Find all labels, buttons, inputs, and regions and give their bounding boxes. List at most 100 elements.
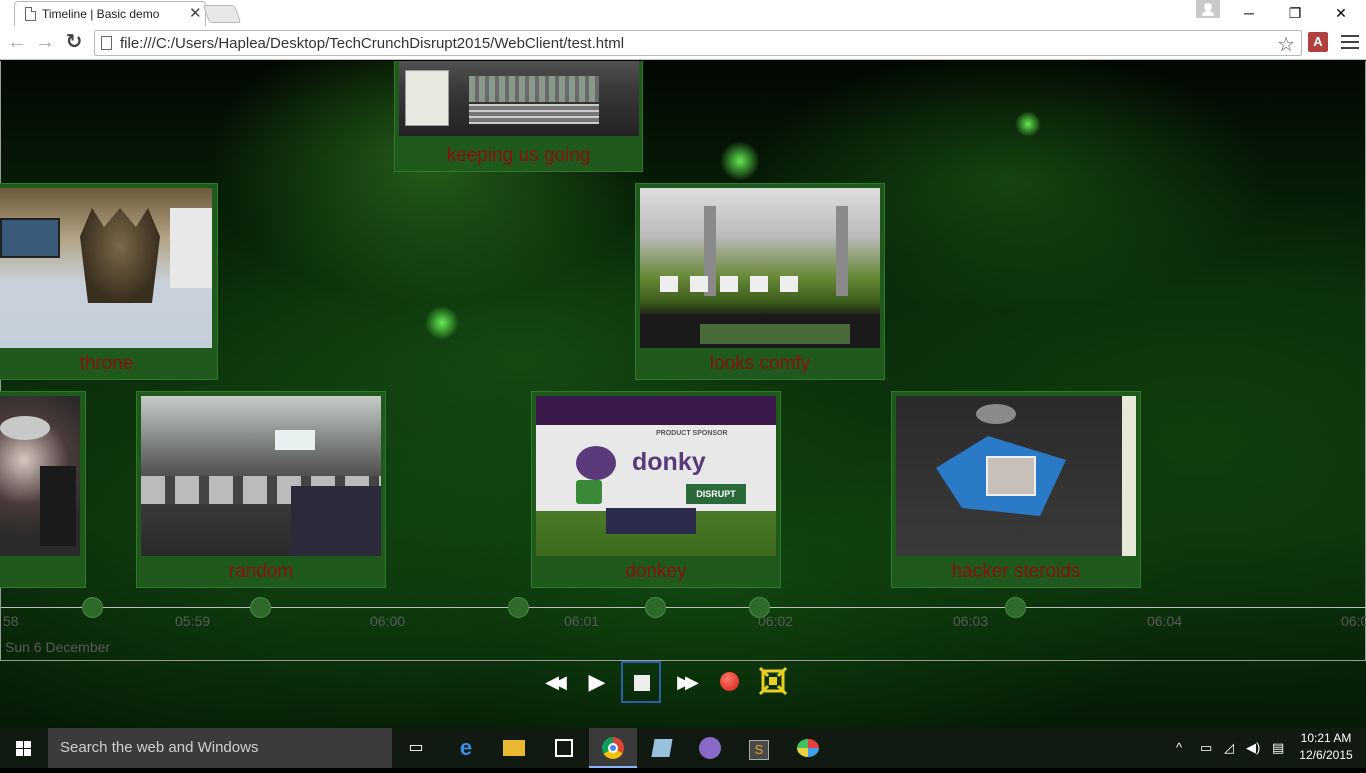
card-photo <box>141 396 381 556</box>
back-button[interactable]: ← <box>6 31 28 53</box>
photo-people <box>291 486 381 556</box>
notifications-icon[interactable]: ▤ <box>1272 728 1284 768</box>
taskbar-clock[interactable]: 10:21 AM 12/6/2015 <box>1296 730 1356 764</box>
photo-table <box>0 416 50 440</box>
card-label: hacker steroids <box>951 561 1081 582</box>
photo-throne <box>80 208 160 303</box>
playback-controls: ◀◀ ▶ ▶▶ <box>0 661 1366 703</box>
battery-icon[interactable]: ▭ <box>1200 728 1212 768</box>
fit-view-button[interactable] <box>756 666 790 697</box>
record-icon <box>720 672 739 691</box>
card-label: donkey <box>625 561 687 582</box>
photo-donky-logo-icon <box>576 446 616 480</box>
photo-disrupt-banner: DISRUPT <box>686 484 746 504</box>
photo-banner <box>170 208 212 288</box>
file-explorer-icon[interactable] <box>490 728 538 768</box>
card-photo <box>896 396 1136 556</box>
photo-rack <box>469 104 599 124</box>
tray-overflow-icon[interactable]: ^ <box>1176 728 1182 768</box>
page-favicon-icon <box>25 7 36 21</box>
close-window-button[interactable]: ✕ <box>1318 0 1364 26</box>
timeline-event-dot[interactable] <box>82 597 103 618</box>
github-icon[interactable] <box>686 728 734 768</box>
network-icon[interactable]: ◿ <box>1224 728 1234 768</box>
minimize-button[interactable]: ─ <box>1226 0 1272 26</box>
photo-trashcan <box>405 70 449 126</box>
stop-icon <box>634 675 650 691</box>
browser-menu-icon[interactable] <box>1341 35 1359 49</box>
rewind-button[interactable]: ◀◀ <box>536 667 570 697</box>
axis-tick-label: 06:00 <box>370 613 406 629</box>
timeline-axis <box>1 607 1366 608</box>
card-label: keeping us going <box>446 145 591 166</box>
pdf-extension-icon[interactable]: A <box>1308 32 1328 52</box>
card-photo <box>399 61 639 136</box>
task-view-icon[interactable]: ▭ <box>392 728 440 768</box>
card-photo <box>0 396 80 556</box>
clock-date: 12/6/2015 <box>1299 748 1353 762</box>
bookmark-star-icon[interactable]: ☆ <box>1277 32 1295 57</box>
fast-forward-button[interactable]: ▶▶ <box>668 667 702 697</box>
notes-app-icon[interactable] <box>638 728 686 768</box>
play-button[interactable]: ▶ <box>580 667 614 697</box>
volume-icon[interactable]: ◀) <box>1246 728 1260 768</box>
chrome-icon[interactable] <box>589 728 637 768</box>
photo-screen <box>0 218 60 258</box>
url-text[interactable]: file:///C:/Users/Haplea/Desktop/TechCrun… <box>120 35 624 52</box>
timeline-item-card[interactable]: throne <box>0 183 218 380</box>
photo-donky-text: donky <box>632 448 706 476</box>
axis-tick-label: 06:0 <box>1341 613 1366 629</box>
tab-close-icon[interactable]: ✕ <box>189 4 202 22</box>
card-label: throne <box>79 353 134 374</box>
timeline-item-card[interactable]: looks comfy <box>635 183 885 380</box>
restore-button[interactable]: ❐ <box>1272 0 1318 26</box>
forward-button[interactable]: → <box>34 31 56 53</box>
photo-light-tower <box>836 206 848 296</box>
browser-toolbar: ← → ↻ file:///C:/Users/Haplea/Desktop/Te… <box>0 26 1366 60</box>
fit-icon <box>758 666 788 696</box>
paint-icon[interactable] <box>784 728 832 768</box>
edge-browser-icon[interactable]: e <box>442 728 490 768</box>
start-button[interactable] <box>0 728 48 768</box>
windows-taskbar: Search the web and Windows ▭ e S ^ ▭ ◿ ◀… <box>0 728 1366 768</box>
sublime-text-icon[interactable]: S <box>735 728 783 768</box>
photo-wall <box>1122 396 1136 556</box>
card-photo <box>0 188 212 348</box>
timeline-panel: keeping us going throne looks comfy rand… <box>0 61 1366 661</box>
user-profile-icon[interactable] <box>1196 0 1220 18</box>
tab-title: Timeline | Basic demo <box>42 7 160 21</box>
page-icon <box>101 36 112 50</box>
axis-tick-label: 05:59 <box>175 613 211 629</box>
record-button[interactable] <box>712 667 746 697</box>
photo-chairs <box>660 276 810 292</box>
new-tab-button[interactable] <box>202 5 242 23</box>
timeline-event-dot[interactable] <box>1005 597 1026 618</box>
address-bar[interactable]: file:///C:/Users/Haplea/Desktop/TechCrun… <box>94 30 1302 56</box>
photo-mug <box>576 480 602 504</box>
timeline-event-dot[interactable] <box>250 597 271 618</box>
card-photo: PRODUCT SPONSOR donky DISRUPT <box>536 396 776 556</box>
photo-card-box <box>606 508 696 534</box>
photo-sponsor-text: PRODUCT SPONSOR <box>656 430 728 437</box>
axis-tick-label: 06:01 <box>564 613 600 629</box>
timeline-item-card[interactable]: keeping us going <box>394 61 643 172</box>
axis-date-label: Sun 6 December <box>5 639 111 655</box>
timeline-item-card[interactable]: hacker steroids <box>891 391 1141 588</box>
taskbar-search-box[interactable]: Search the web and Windows <box>48 728 392 768</box>
axis-tick-label: 58 <box>3 613 19 629</box>
photo-snack <box>986 456 1036 496</box>
store-icon[interactable] <box>540 728 588 768</box>
timeline-item-card[interactable] <box>0 391 86 588</box>
browser-tab[interactable]: Timeline | Basic demo ✕ <box>14 1 206 27</box>
timeline-event-dot[interactable] <box>645 597 666 618</box>
stop-button[interactable] <box>621 661 661 703</box>
clock-time: 10:21 AM <box>1300 731 1352 745</box>
timeline-event-dot[interactable] <box>508 597 529 618</box>
axis-tick-label: 06:03 <box>953 613 989 629</box>
photo-lamp <box>976 404 1016 424</box>
timeline-item-card[interactable]: random <box>136 391 386 588</box>
page-background: keeping us going throne looks comfy rand… <box>0 61 1366 728</box>
photo-shelf <box>469 76 599 102</box>
timeline-item-card[interactable]: PRODUCT SPONSOR donky DISRUPT donkey <box>531 391 781 588</box>
reload-button[interactable]: ↻ <box>63 31 85 53</box>
